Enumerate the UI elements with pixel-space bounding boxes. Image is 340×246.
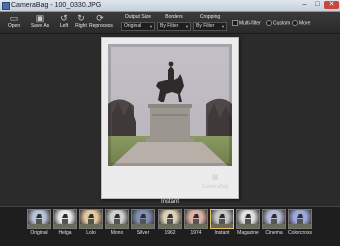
filter-thumb-lolo[interactable]: Lolo: [79, 209, 103, 239]
cropping-group: Cropping By Filter ▼: [193, 14, 227, 31]
reprocess-label: Reprocess: [89, 23, 113, 29]
filter-thumb-label: Cinema: [265, 230, 283, 236]
filter-thumb-magazine[interactable]: Magazine: [236, 209, 260, 239]
filter-preview-image: [27, 209, 51, 229]
filter-preview-image: [105, 209, 129, 229]
filter-preview-image: [262, 209, 286, 229]
save-icon: ▣: [35, 13, 45, 23]
radio-icon: [266, 20, 272, 26]
chevron-down-icon: ▼: [185, 24, 189, 29]
filter-strip: Original Helga Lolo Mono Silver 1962 1974 Insta…: [0, 206, 340, 246]
watermark: ◙ CameraBag: [200, 172, 230, 192]
filter-thumb-label: Colorcross: [288, 230, 312, 236]
statue-photo: [108, 44, 232, 166]
chevron-down-icon: ▼: [149, 24, 153, 29]
thumb-statue: [237, 214, 259, 228]
filter-thumb-1974[interactable]: 1974: [184, 209, 208, 239]
more-option[interactable]: More: [292, 20, 310, 26]
filter-preview-image: [79, 209, 103, 229]
cropping-label: Cropping: [199, 14, 221, 20]
filter-thumb-silver[interactable]: Silver: [131, 209, 155, 239]
filter-thumb-cinema[interactable]: Cinema: [262, 209, 286, 239]
filter-thumb-label: 1974: [190, 230, 202, 236]
watermark-text: CameraBag: [201, 184, 229, 190]
borders-select[interactable]: By Filter ▼: [157, 22, 191, 31]
more-label: More: [299, 20, 311, 27]
thumb-statue: [28, 214, 50, 228]
filter-thumb-label: Lolo: [86, 230, 96, 236]
multi-filter-label: Multi-filter: [239, 20, 261, 27]
filter-preview-image: [288, 209, 312, 229]
thumb-statue: [185, 214, 207, 228]
rotate-right-icon: ↻: [77, 13, 85, 23]
filter-preview-image: [236, 209, 260, 229]
rotate-left-label: Left: [59, 23, 69, 29]
filter-thumb-helga[interactable]: Helga: [53, 209, 77, 239]
thumb-statue: [263, 214, 285, 228]
filter-thumb-original[interactable]: Original: [27, 209, 51, 239]
preview-frame: ◙ CameraBag: [101, 37, 239, 199]
window-title: CameraBag - 100_0330.JPG: [11, 2, 102, 9]
thumb-statue: [132, 214, 154, 228]
reprocess-icon: ⟳: [96, 13, 104, 23]
radio-icon: [292, 20, 298, 26]
minimize-button[interactable]: –: [298, 1, 311, 9]
thumb-statue: [106, 214, 128, 228]
save-as-button[interactable]: ▣ Save As: [27, 13, 53, 30]
app-icon: [2, 2, 10, 10]
filter-preview-image: [53, 209, 77, 229]
photo-preview[interactable]: [108, 44, 232, 166]
custom-option[interactable]: Custom: [266, 20, 290, 26]
filter-thumb-label: Mono: [110, 230, 124, 236]
current-effect-label: Instant: [160, 199, 179, 205]
borders-group: Borders By Filter ▼: [157, 14, 191, 31]
title-bar: CameraBag - 100_0330.JPG – □ ✕: [0, 0, 340, 12]
filter-thumb-instant[interactable]: Instant: [210, 209, 234, 239]
close-button[interactable]: ✕: [324, 1, 339, 9]
filter-thumb-mono[interactable]: Mono: [105, 209, 129, 239]
cropping-value: By Filter: [196, 23, 215, 29]
filter-thumb-1962[interactable]: 1962: [158, 209, 182, 239]
toolbar: ▭ Open ▣ Save As ↺ Left ↻ Right ⟳ Reproc…: [0, 12, 340, 34]
thumb-statue: [159, 214, 181, 228]
rotate-left-button[interactable]: ↺ Left: [55, 13, 73, 30]
borders-label: Borders: [165, 14, 183, 20]
rotate-right-label: Right: [75, 23, 87, 29]
custom-label: Custom: [273, 20, 291, 27]
filter-thumb-colorcross[interactable]: Colorcross: [288, 209, 312, 239]
rotate-left-icon: ↺: [60, 13, 68, 23]
filter-thumb-label: Original: [30, 230, 48, 236]
thumb-statue: [54, 214, 76, 228]
filter-thumb-label: Instant: [214, 230, 230, 236]
thumb-statue: [289, 214, 311, 228]
filter-thumb-label: Magazine: [237, 230, 259, 236]
folder-icon: ▭: [9, 13, 19, 23]
thumb-statue: [80, 214, 102, 228]
save-as-label: Save As: [30, 23, 50, 29]
output-size-select[interactable]: Original ▼: [121, 22, 155, 31]
borders-value: By Filter: [160, 23, 179, 29]
output-size-label: Output Size: [124, 14, 152, 20]
filter-preview-image: [184, 209, 208, 229]
output-size-group: Output Size Original ▼: [121, 14, 155, 31]
cropping-select[interactable]: By Filter ▼: [193, 22, 227, 31]
filter-thumb-label: Silver: [136, 230, 150, 236]
multi-filter-checkbox[interactable]: Multi-filter: [232, 20, 261, 26]
filter-thumb-label: Helga: [58, 230, 72, 236]
checkbox-icon: [232, 20, 238, 26]
rotate-right-button[interactable]: ↻ Right: [72, 13, 90, 30]
chevron-down-icon: ▼: [221, 24, 225, 29]
filter-preview-image: [158, 209, 182, 229]
open-button[interactable]: ▭ Open: [3, 13, 25, 30]
reprocess-button[interactable]: ⟳ Reprocess: [89, 13, 113, 30]
filter-preview-image: [131, 209, 155, 229]
open-label: Open: [7, 23, 21, 29]
output-size-value: Original: [124, 23, 142, 29]
camera-icon: ◙: [211, 172, 219, 183]
filter-preview-image: [210, 209, 234, 229]
filter-thumb-label: 1962: [164, 230, 176, 236]
thumb-statue: [211, 214, 233, 228]
maximize-button[interactable]: □: [311, 1, 324, 9]
